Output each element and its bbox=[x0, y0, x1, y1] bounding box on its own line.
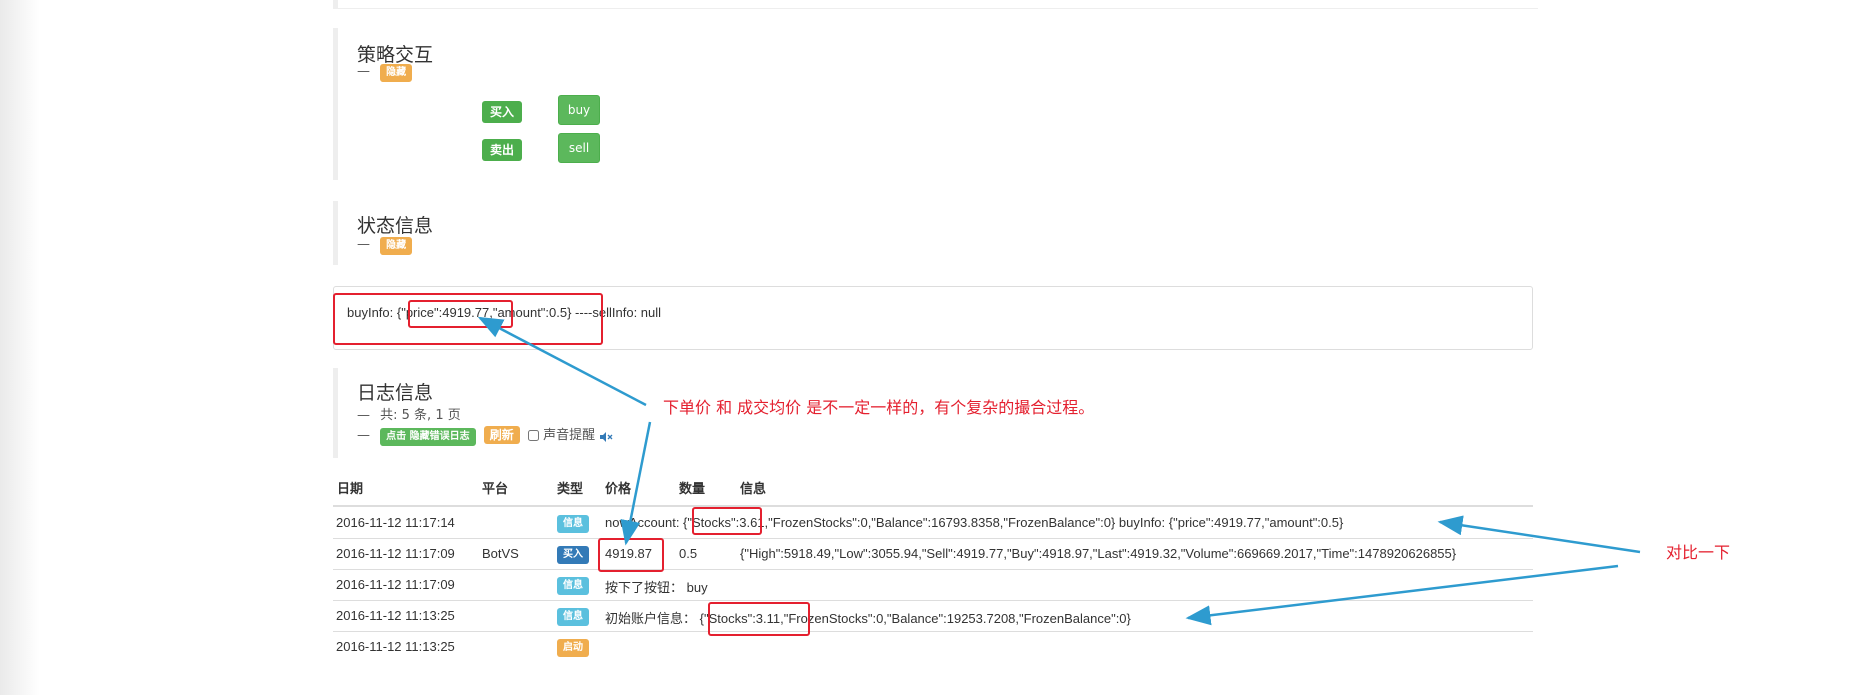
cell-type: 买入 bbox=[557, 545, 589, 564]
cell-info: 按下了按钮： buy bbox=[605, 580, 708, 595]
type-badge: 信息 bbox=[557, 577, 589, 595]
page-left-shadow bbox=[0, 0, 40, 695]
strategy-interaction-panel: 策略交互 — 隐藏 买入 buy 卖出 sell bbox=[333, 28, 1533, 180]
annotation-price-note: 下单价 和 成交均价 是不一定一样的，有个复杂的撮合过程。 bbox=[663, 398, 1095, 417]
highlight-box-stocks-initial bbox=[708, 602, 810, 636]
cell-type: 信息 bbox=[557, 607, 589, 626]
hide-error-log-button[interactable]: 点击 隐藏错误日志 bbox=[380, 428, 476, 446]
table-row: 2016-11-12 11:17:14 信息 nowAccount: {"Sto… bbox=[333, 507, 1533, 539]
hide-button[interactable]: 隐藏 bbox=[380, 237, 413, 255]
column-header-type: 类型 bbox=[557, 481, 584, 496]
cell-info: {"High":5918.49,"Low":3055.94,"Sell":491… bbox=[740, 546, 1457, 561]
table-row: 2016-11-12 11:13:25 信息 初始账户信息： {"Stocks"… bbox=[333, 600, 1533, 632]
cell-info: 初始账户信息： {"Stocks":3.11,"FrozenStocks":0,… bbox=[605, 611, 1131, 626]
column-header-amount: 数量 bbox=[679, 481, 706, 496]
count-line: — 共: 5 条, 1 页 bbox=[357, 404, 461, 423]
type-badge: 买入 bbox=[557, 546, 589, 564]
dash-mark: — bbox=[357, 408, 370, 423]
cell-platform: BotVS bbox=[482, 546, 519, 561]
cell-date: 2016-11-12 11:17:09 bbox=[336, 546, 455, 561]
cell-type: 信息 bbox=[557, 514, 589, 533]
cell-type: 信息 bbox=[557, 576, 589, 595]
table-row: 2016-11-12 11:17:09 信息 按下了按钮： buy bbox=[333, 569, 1533, 601]
sell-button[interactable]: sell bbox=[558, 133, 600, 163]
table-row: 2016-11-12 11:13:25 启动 bbox=[333, 631, 1533, 662]
column-header-info: 信息 bbox=[740, 481, 767, 496]
column-header-date: 日期 bbox=[337, 481, 364, 496]
type-badge: 信息 bbox=[557, 608, 589, 626]
cell-date: 2016-11-12 11:17:09 bbox=[336, 577, 455, 592]
cell-amount: 0.5 bbox=[679, 546, 698, 561]
sound-alert-checkbox[interactable] bbox=[527, 430, 539, 441]
status-info-panel: 状态信息 — 隐藏 bbox=[333, 201, 1533, 265]
collapse-dash: — 隐藏 bbox=[357, 64, 413, 82]
buy-button[interactable]: buy bbox=[558, 95, 600, 125]
collapse-dash: — 隐藏 bbox=[357, 237, 413, 255]
cell-type: 启动 bbox=[557, 638, 589, 657]
sound-alert-label[interactable]: 声音提醒 bbox=[543, 428, 595, 443]
cell-date: 2016-11-12 11:13:25 bbox=[336, 608, 455, 623]
annotation-compare-note: 对比一下 bbox=[1666, 543, 1731, 562]
log-controls: — 点击 隐藏错误日志 刷新 声音提醒 bbox=[357, 424, 613, 446]
type-badge: 启动 bbox=[557, 639, 589, 657]
dash-mark[interactable]: — bbox=[357, 237, 370, 252]
highlight-box-stocks-now bbox=[692, 507, 762, 535]
log-count: 共: 5 条, 1 页 bbox=[380, 408, 461, 423]
buy-tag-label: 买入 bbox=[482, 101, 522, 123]
cell-date: 2016-11-12 11:13:25 bbox=[336, 639, 455, 654]
highlight-box-price bbox=[408, 300, 513, 328]
dash-mark[interactable]: — bbox=[357, 64, 370, 79]
column-header-platform: 平台 bbox=[482, 481, 509, 496]
hide-button[interactable]: 隐藏 bbox=[380, 64, 413, 82]
column-header-price: 价格 bbox=[605, 481, 632, 496]
top-panel-edge bbox=[333, 0, 1538, 9]
speaker-mute-icon[interactable] bbox=[599, 431, 613, 442]
table-row: 2016-11-12 11:17:09 BotVS 买入 4919.87 0.5… bbox=[333, 538, 1533, 570]
dash-mark[interactable]: — bbox=[357, 428, 370, 443]
highlight-box-fill-price bbox=[598, 538, 664, 572]
sell-tag-label: 卖出 bbox=[482, 139, 522, 161]
panel-title: 策略交互 bbox=[357, 44, 434, 66]
panel-title: 日志信息 bbox=[357, 382, 434, 404]
refresh-button[interactable]: 刷新 bbox=[483, 426, 520, 444]
type-badge: 信息 bbox=[557, 515, 589, 533]
cell-date: 2016-11-12 11:17:14 bbox=[336, 515, 455, 530]
panel-title: 状态信息 bbox=[357, 215, 434, 237]
